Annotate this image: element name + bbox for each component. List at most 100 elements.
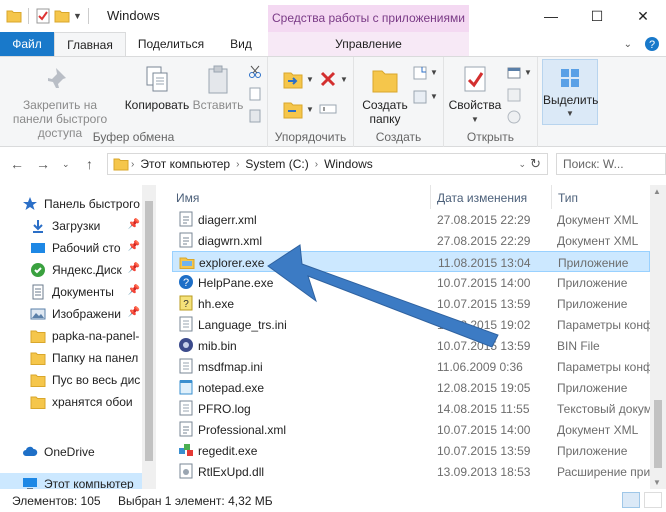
chevron-right-icon[interactable]: › <box>236 159 239 170</box>
column-header-date[interactable]: Дата изменения <box>437 185 552 209</box>
details-view-button[interactable] <box>622 492 640 508</box>
nav-documents[interactable]: Документы 📌 <box>0 281 142 303</box>
file-row[interactable]: diagwrn.xml 27.08.2015 22:29 Документ XM… <box>172 230 650 251</box>
nav-folder-2[interactable]: Папку на панел <box>0 347 142 369</box>
file-row[interactable]: regedit.exe 10.07.2015 13:59 Приложение <box>172 440 650 461</box>
scroll-thumb[interactable] <box>654 400 662 468</box>
nav-scrollbar[interactable] <box>142 185 156 489</box>
nav-label: Пус во весь дис <box>52 373 141 387</box>
nav-folder-4[interactable]: хранятся обои <box>0 391 142 413</box>
pictures-icon <box>30 308 46 320</box>
edit-icon[interactable] <box>506 87 522 103</box>
chevron-right-icon[interactable]: › <box>131 159 134 170</box>
paste-button[interactable]: Вставить <box>192 65 244 112</box>
new-folder-button[interactable]: Создать папку <box>358 65 412 126</box>
column-divider[interactable] <box>551 185 552 209</box>
tab-home[interactable]: Главная <box>54 32 126 57</box>
close-button[interactable]: ✕ <box>620 0 666 32</box>
chevron-down-icon[interactable]: ▼ <box>306 105 314 114</box>
pin-quick-access-button[interactable]: Закрепить на панели быстрого доступа <box>4 65 116 140</box>
move-to-icon[interactable] <box>282 69 304 91</box>
paste-label: Вставить <box>192 98 244 112</box>
chevron-down-icon[interactable]: ⌄ <box>519 159 527 170</box>
nav-scroll-thumb[interactable] <box>145 201 153 461</box>
nav-this-pc[interactable]: Этот компьютер <box>0 473 142 489</box>
file-type: Приложение <box>557 297 628 311</box>
chevron-down-icon[interactable]: ▼ <box>524 68 532 77</box>
file-row[interactable]: ? HelpPane.exe 10.07.2015 14:00 Приложен… <box>172 272 650 293</box>
up-button[interactable]: ↑ <box>86 156 93 172</box>
chevron-down-icon[interactable]: ▼ <box>653 478 661 487</box>
copy-button[interactable]: Копировать <box>122 65 192 112</box>
chevron-down-icon[interactable]: ▼ <box>471 115 479 124</box>
select-button[interactable]: Выделить ▼ <box>542 59 598 125</box>
ribbon: Закрепить на панели быстрого доступа Коп… <box>0 56 666 147</box>
breadcrumb-drive[interactable]: System (C:) <box>245 157 308 171</box>
new-folder-icon[interactable] <box>54 9 70 23</box>
large-icons-view-button[interactable] <box>644 492 662 508</box>
recent-locations-button[interactable]: ⌄ <box>62 159 70 170</box>
nav-folder-1[interactable]: papka-na-panel- <box>0 325 142 347</box>
folder-icon[interactable] <box>6 9 22 23</box>
nav-folder-3[interactable]: Пус во весь дис <box>0 369 142 391</box>
chevron-down-icon[interactable]: ⌄ <box>624 39 632 50</box>
new-item-icon[interactable] <box>412 65 428 81</box>
column-header-type[interactable]: Тип <box>558 185 648 209</box>
properties-button[interactable]: Свойства <box>446 65 504 112</box>
chevron-down-icon[interactable]: ▼ <box>73 11 82 21</box>
minimize-button[interactable]: — <box>528 0 574 32</box>
help-icon[interactable]: ? <box>644 36 660 52</box>
file-row-selected[interactable]: explorer.exe 11.08.2015 13:04 Приложение <box>172 251 650 272</box>
tab-view[interactable]: Вид <box>216 32 266 56</box>
properties-icon[interactable] <box>35 8 51 24</box>
nav-downloads[interactable]: Загрузки 📌 <box>0 215 142 237</box>
column-divider[interactable] <box>430 185 431 209</box>
forward-button[interactable]: → <box>36 156 50 172</box>
delete-icon[interactable] <box>318 69 338 89</box>
nav-quick-access[interactable]: Панель быстрого <box>0 193 142 215</box>
nav-desktop[interactable]: Рабочий сто 📌 <box>0 237 142 259</box>
breadcrumb-computer[interactable]: Этот компьютер <box>140 157 230 171</box>
column-header-name[interactable]: Имя <box>176 185 426 209</box>
nav-yandex-disk[interactable]: Яндекс.Диск 📌 <box>0 259 142 281</box>
address-bar[interactable]: › Этот компьютер › System (C:) › Windows… <box>107 153 548 175</box>
chevron-down-icon[interactable]: ▼ <box>340 75 348 84</box>
file-row[interactable]: Professional.xml 10.07.2015 14:00 Докуме… <box>172 419 650 440</box>
file-row[interactable]: Language_trs.ini 10.03.2015 19:02 Параме… <box>172 314 650 335</box>
scissors-icon[interactable] <box>248 65 262 79</box>
chevron-down-icon: ▼ <box>566 109 574 118</box>
nav-onedrive[interactable]: OneDrive <box>0 441 142 463</box>
file-row[interactable]: diagerr.xml 27.08.2015 22:29 Документ XM… <box>172 209 650 230</box>
file-name: diagwrn.xml <box>198 234 263 248</box>
easy-access-icon[interactable] <box>412 89 428 105</box>
chevron-up-icon[interactable]: ▲ <box>653 187 661 196</box>
tab-share[interactable]: Поделиться <box>130 32 212 56</box>
history-icon[interactable] <box>506 109 522 125</box>
tab-manage[interactable]: Управление <box>268 32 469 56</box>
file-type: Текстовый докум <box>557 402 650 416</box>
maximize-button[interactable]: ☐ <box>574 0 620 32</box>
copy-path-icon[interactable] <box>248 87 262 101</box>
tab-file[interactable]: Файл <box>0 32 54 56</box>
paste-shortcut-icon[interactable] <box>248 109 262 123</box>
search-input[interactable]: Поиск: W... <box>556 153 666 175</box>
breadcrumb-windows[interactable]: Windows <box>324 157 373 171</box>
refresh-icon[interactable]: ↻ <box>530 156 541 172</box>
chevron-down-icon[interactable]: ▼ <box>430 68 438 77</box>
copy-to-icon[interactable] <box>282 99 304 121</box>
file-list-scrollbar[interactable]: ▲ ▼ <box>650 185 666 489</box>
file-row[interactable]: RtlExUpd.dll 13.09.2013 18:53 Расширение… <box>172 461 650 482</box>
file-row[interactable]: mib.bin 10.07.2015 13:59 BIN File <box>172 335 650 356</box>
chevron-down-icon[interactable]: ▼ <box>306 75 314 84</box>
chevron-right-icon[interactable]: › <box>315 159 318 170</box>
chevron-down-icon[interactable]: ▼ <box>430 92 438 101</box>
file-row[interactable]: notepad.exe 12.08.2015 19:05 Приложение <box>172 377 650 398</box>
file-row[interactable]: ? hh.exe 10.07.2015 13:59 Приложение <box>172 293 650 314</box>
file-row[interactable]: PFRO.log 14.08.2015 11:55 Текстовый доку… <box>172 398 650 419</box>
rename-icon[interactable] <box>318 99 338 119</box>
file-row[interactable]: msdfmap.ini 11.06.2009 0:36 Параметры ко… <box>172 356 650 377</box>
group-organize-label: Упорядочить <box>274 130 347 144</box>
back-button[interactable]: ← <box>10 156 24 172</box>
open-icon[interactable] <box>506 65 522 81</box>
nav-pictures[interactable]: Изображени 📌 <box>0 303 142 325</box>
